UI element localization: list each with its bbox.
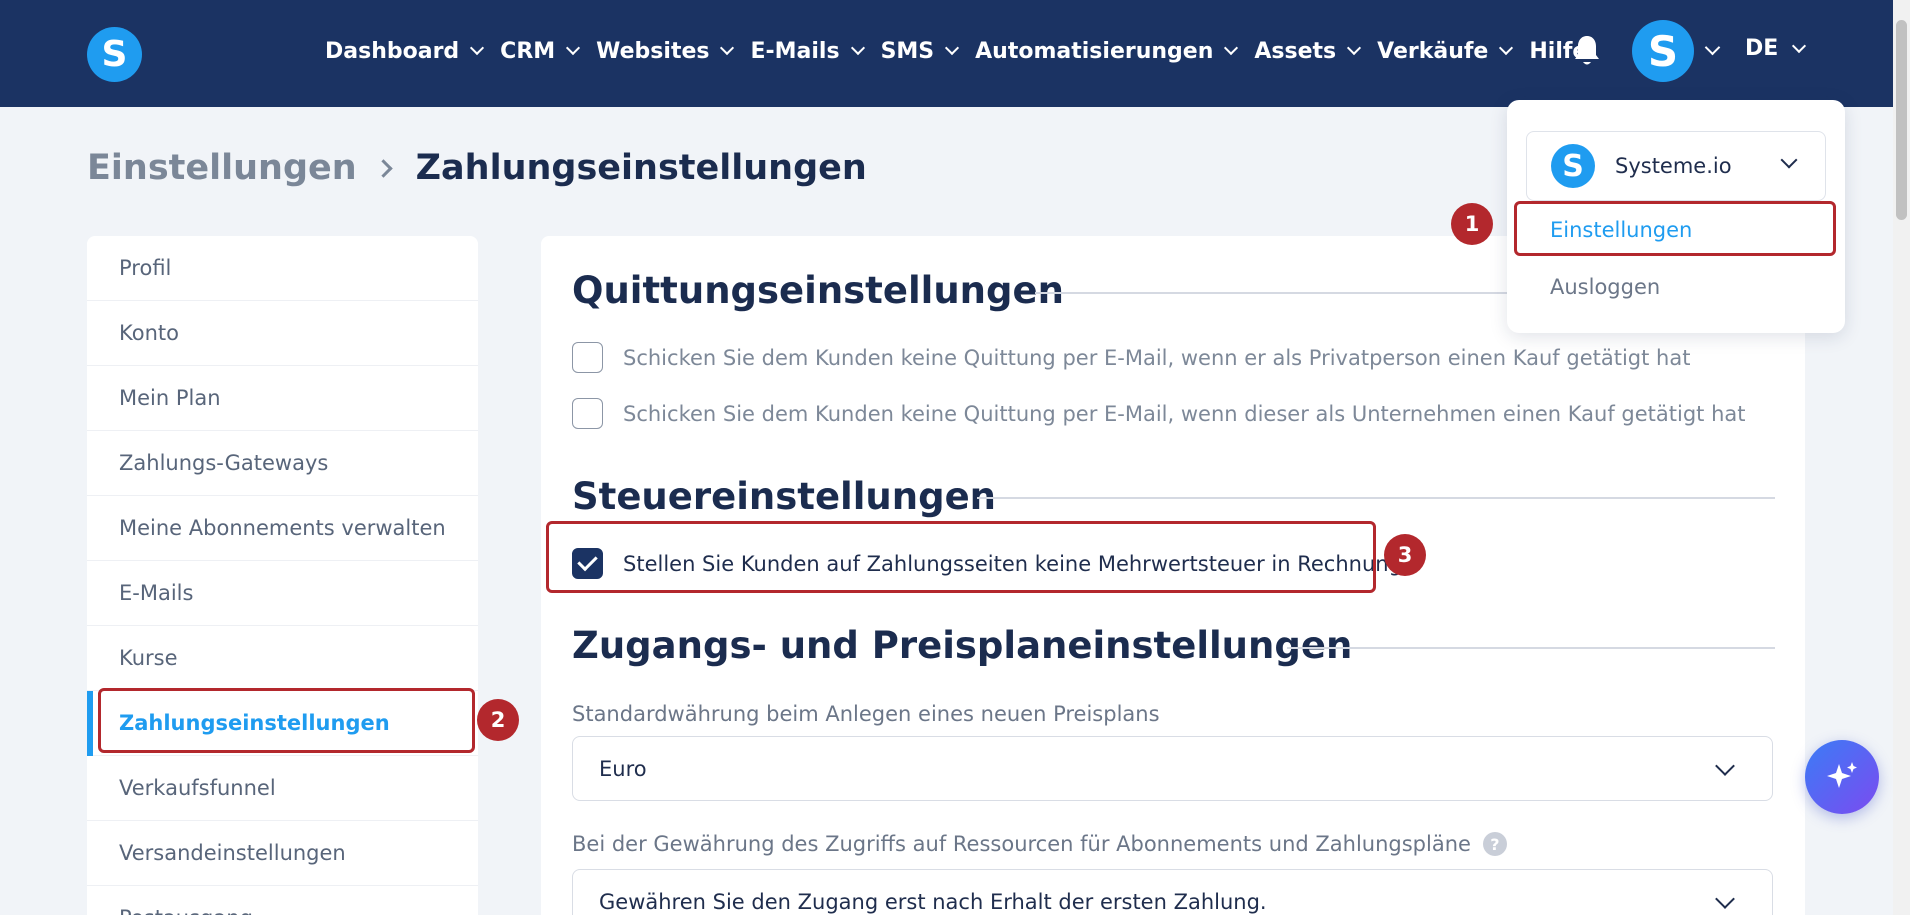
menu-item-logout[interactable]: Ausloggen: [1550, 275, 1660, 299]
language-label: DE: [1745, 36, 1779, 61]
grant-access-label-text: Bei der Gewährung des Zugriffs auf Resso…: [572, 832, 1471, 856]
user-avatar[interactable]: S: [1632, 20, 1694, 82]
chevron-down-icon: [1715, 756, 1735, 776]
main-nav: Dashboard CRM Websites E-Mails SMS Autom…: [325, 0, 1605, 102]
sparkles-icon: [1827, 762, 1857, 788]
account-logo: S: [1551, 144, 1595, 188]
sidebar-item-sales-funnels[interactable]: Verkaufsfunnel: [87, 756, 478, 821]
help-icon[interactable]: ?: [1482, 832, 1507, 856]
receipt-settings-title: Quittungseinstellungen: [572, 269, 1064, 312]
tax-settings-title: Steuereinstellungen: [572, 475, 997, 518]
sidebar-item-shipping-settings[interactable]: Versandeinstellungen: [87, 821, 478, 886]
default-currency-select[interactable]: Euro: [572, 736, 1773, 801]
sidebar-item-manage-subscriptions[interactable]: Meine Abonnements verwalten: [87, 496, 478, 561]
chevron-down-icon: [945, 40, 960, 56]
nav-item-label: Verkäufe: [1377, 38, 1489, 64]
annotation-highlight-1: [1514, 201, 1836, 256]
account-switcher[interactable]: S Systeme.io: [1526, 131, 1826, 201]
breadcrumb-parent-link[interactable]: Einstellungen: [87, 148, 357, 188]
annotation-highlight-3: [546, 521, 1376, 593]
default-currency-label-text: Standardwährung beim Anlegen eines neuen…: [572, 702, 1160, 726]
page-title: Zahlungseinstellungen: [415, 148, 867, 188]
bell-icon[interactable]: [1573, 34, 1601, 68]
settings-sidebar: Profil Konto Mein Plan Zahlungs-Gateways…: [87, 236, 478, 915]
nav-item-label: Automatisierungen: [975, 38, 1214, 64]
top-navigation-bar: S Dashboard CRM Websites E-Mails SMS Aut…: [0, 0, 1910, 107]
nav-item-assets[interactable]: Assets: [1254, 38, 1362, 64]
section-divider: [1287, 647, 1775, 649]
nav-item-emails[interactable]: E-Mails: [750, 38, 865, 64]
ai-assistant-button[interactable]: [1805, 740, 1879, 814]
receipt-private-label: Schicken Sie dem Kunden keine Quittung p…: [623, 345, 1691, 370]
chevron-down-icon: [1499, 40, 1514, 56]
annotation-marker-2: 2: [477, 699, 519, 741]
default-currency-value: Euro: [599, 756, 647, 781]
chevron-down-icon: [1792, 38, 1807, 53]
chevron-down-icon: [1347, 40, 1362, 56]
nav-item-label: E-Mails: [750, 38, 840, 64]
breadcrumb: Einstellungen Zahlungseinstellungen: [87, 148, 867, 188]
chevron-down-icon: [1224, 40, 1239, 56]
chevron-down-icon: [1780, 151, 1798, 169]
nav-item-label: Assets: [1254, 38, 1337, 64]
nav-item-label: CRM: [500, 38, 556, 64]
sidebar-item-outbox[interactable]: Postausgang: [87, 886, 478, 915]
chevron-down-icon: [470, 40, 485, 56]
nav-item-websites[interactable]: Websites: [596, 38, 735, 64]
default-currency-label: Standardwährung beim Anlegen eines neuen…: [572, 702, 1160, 726]
nav-item-crm[interactable]: CRM: [500, 38, 581, 64]
receipt-option-business[interactable]: Schicken Sie dem Kunden keine Quittung p…: [572, 398, 1746, 429]
scrollbar-thumb[interactable]: [1896, 20, 1907, 220]
chevron-down-icon: [1715, 889, 1735, 909]
annotation-marker-1: 1: [1451, 203, 1493, 245]
receipt-private-checkbox[interactable]: [572, 342, 603, 373]
language-selector[interactable]: DE: [1745, 36, 1807, 61]
sidebar-item-account[interactable]: Konto: [87, 301, 478, 366]
grant-access-select[interactable]: Gewähren Sie den Zugang erst nach Erhalt…: [572, 869, 1773, 915]
section-divider: [977, 497, 1775, 499]
grant-access-label: Bei der Gewährung des Zugriffs auf Resso…: [572, 832, 1507, 856]
chevron-down-icon: [566, 40, 581, 56]
sidebar-item-payment-gateways[interactable]: Zahlungs-Gateways: [87, 431, 478, 496]
annotation-marker-3: 3: [1384, 534, 1426, 576]
sidebar-item-my-plan[interactable]: Mein Plan: [87, 366, 478, 431]
sidebar-item-emails[interactable]: E-Mails: [87, 561, 478, 626]
nav-item-label: SMS: [880, 38, 935, 64]
nav-item-label: Websites: [596, 38, 710, 64]
receipt-business-checkbox[interactable]: [572, 398, 603, 429]
nav-item-sms[interactable]: SMS: [880, 38, 960, 64]
chevron-down-icon[interactable]: [1704, 39, 1721, 56]
systeme-logo[interactable]: S: [87, 27, 142, 82]
grant-access-value: Gewähren Sie den Zugang erst nach Erhalt…: [599, 889, 1267, 914]
receipt-business-label: Schicken Sie dem Kunden keine Quittung p…: [623, 401, 1746, 426]
account-name: Systeme.io: [1615, 154, 1732, 178]
sidebar-item-profile[interactable]: Profil: [87, 236, 478, 301]
nav-item-sales[interactable]: Verkäufe: [1377, 38, 1514, 64]
annotation-highlight-2: [98, 688, 475, 753]
nav-item-dashboard[interactable]: Dashboard: [325, 38, 485, 64]
chevron-right-icon: [373, 158, 393, 178]
receipt-option-private[interactable]: Schicken Sie dem Kunden keine Quittung p…: [572, 342, 1690, 373]
chevron-down-icon: [720, 40, 735, 56]
nav-item-label: Dashboard: [325, 38, 460, 64]
access-settings-title: Zugangs- und Preisplaneinstellungen: [572, 624, 1353, 667]
nav-item-automations[interactable]: Automatisierungen: [975, 38, 1239, 64]
chevron-down-icon: [850, 40, 865, 56]
page-scrollbar[interactable]: [1893, 0, 1910, 915]
sidebar-item-courses[interactable]: Kurse: [87, 626, 478, 691]
